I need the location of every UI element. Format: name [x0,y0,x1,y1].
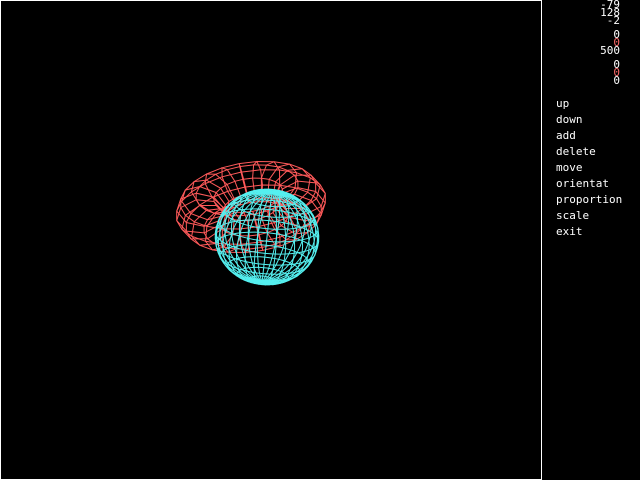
menu-item-move[interactable]: move [556,161,583,175]
readout-9: 0 [613,74,620,87]
menu-item-down[interactable]: down [556,113,583,127]
menu-item-up[interactable]: up [556,97,569,111]
menu-item-scale[interactable]: scale [556,209,589,223]
menu-item-add[interactable]: add [556,129,576,143]
side-panel: -79 128 -2 0 0 500 0 0 0 up down add del… [542,0,640,480]
menu-item-delete[interactable]: delete [556,145,596,159]
menu-item-exit[interactable]: exit [556,225,583,239]
readout-6: 500 [600,44,620,57]
3d-viewport[interactable] [0,0,542,480]
sphere-wireframe [214,188,320,286]
sphere-meridian-line [261,189,273,285]
readout-3: -2 [606,14,620,27]
wireframe-scene [176,160,326,286]
menu-item-orientat[interactable]: orientat [556,177,609,191]
menu-item-proportion[interactable]: proportion [556,193,622,207]
